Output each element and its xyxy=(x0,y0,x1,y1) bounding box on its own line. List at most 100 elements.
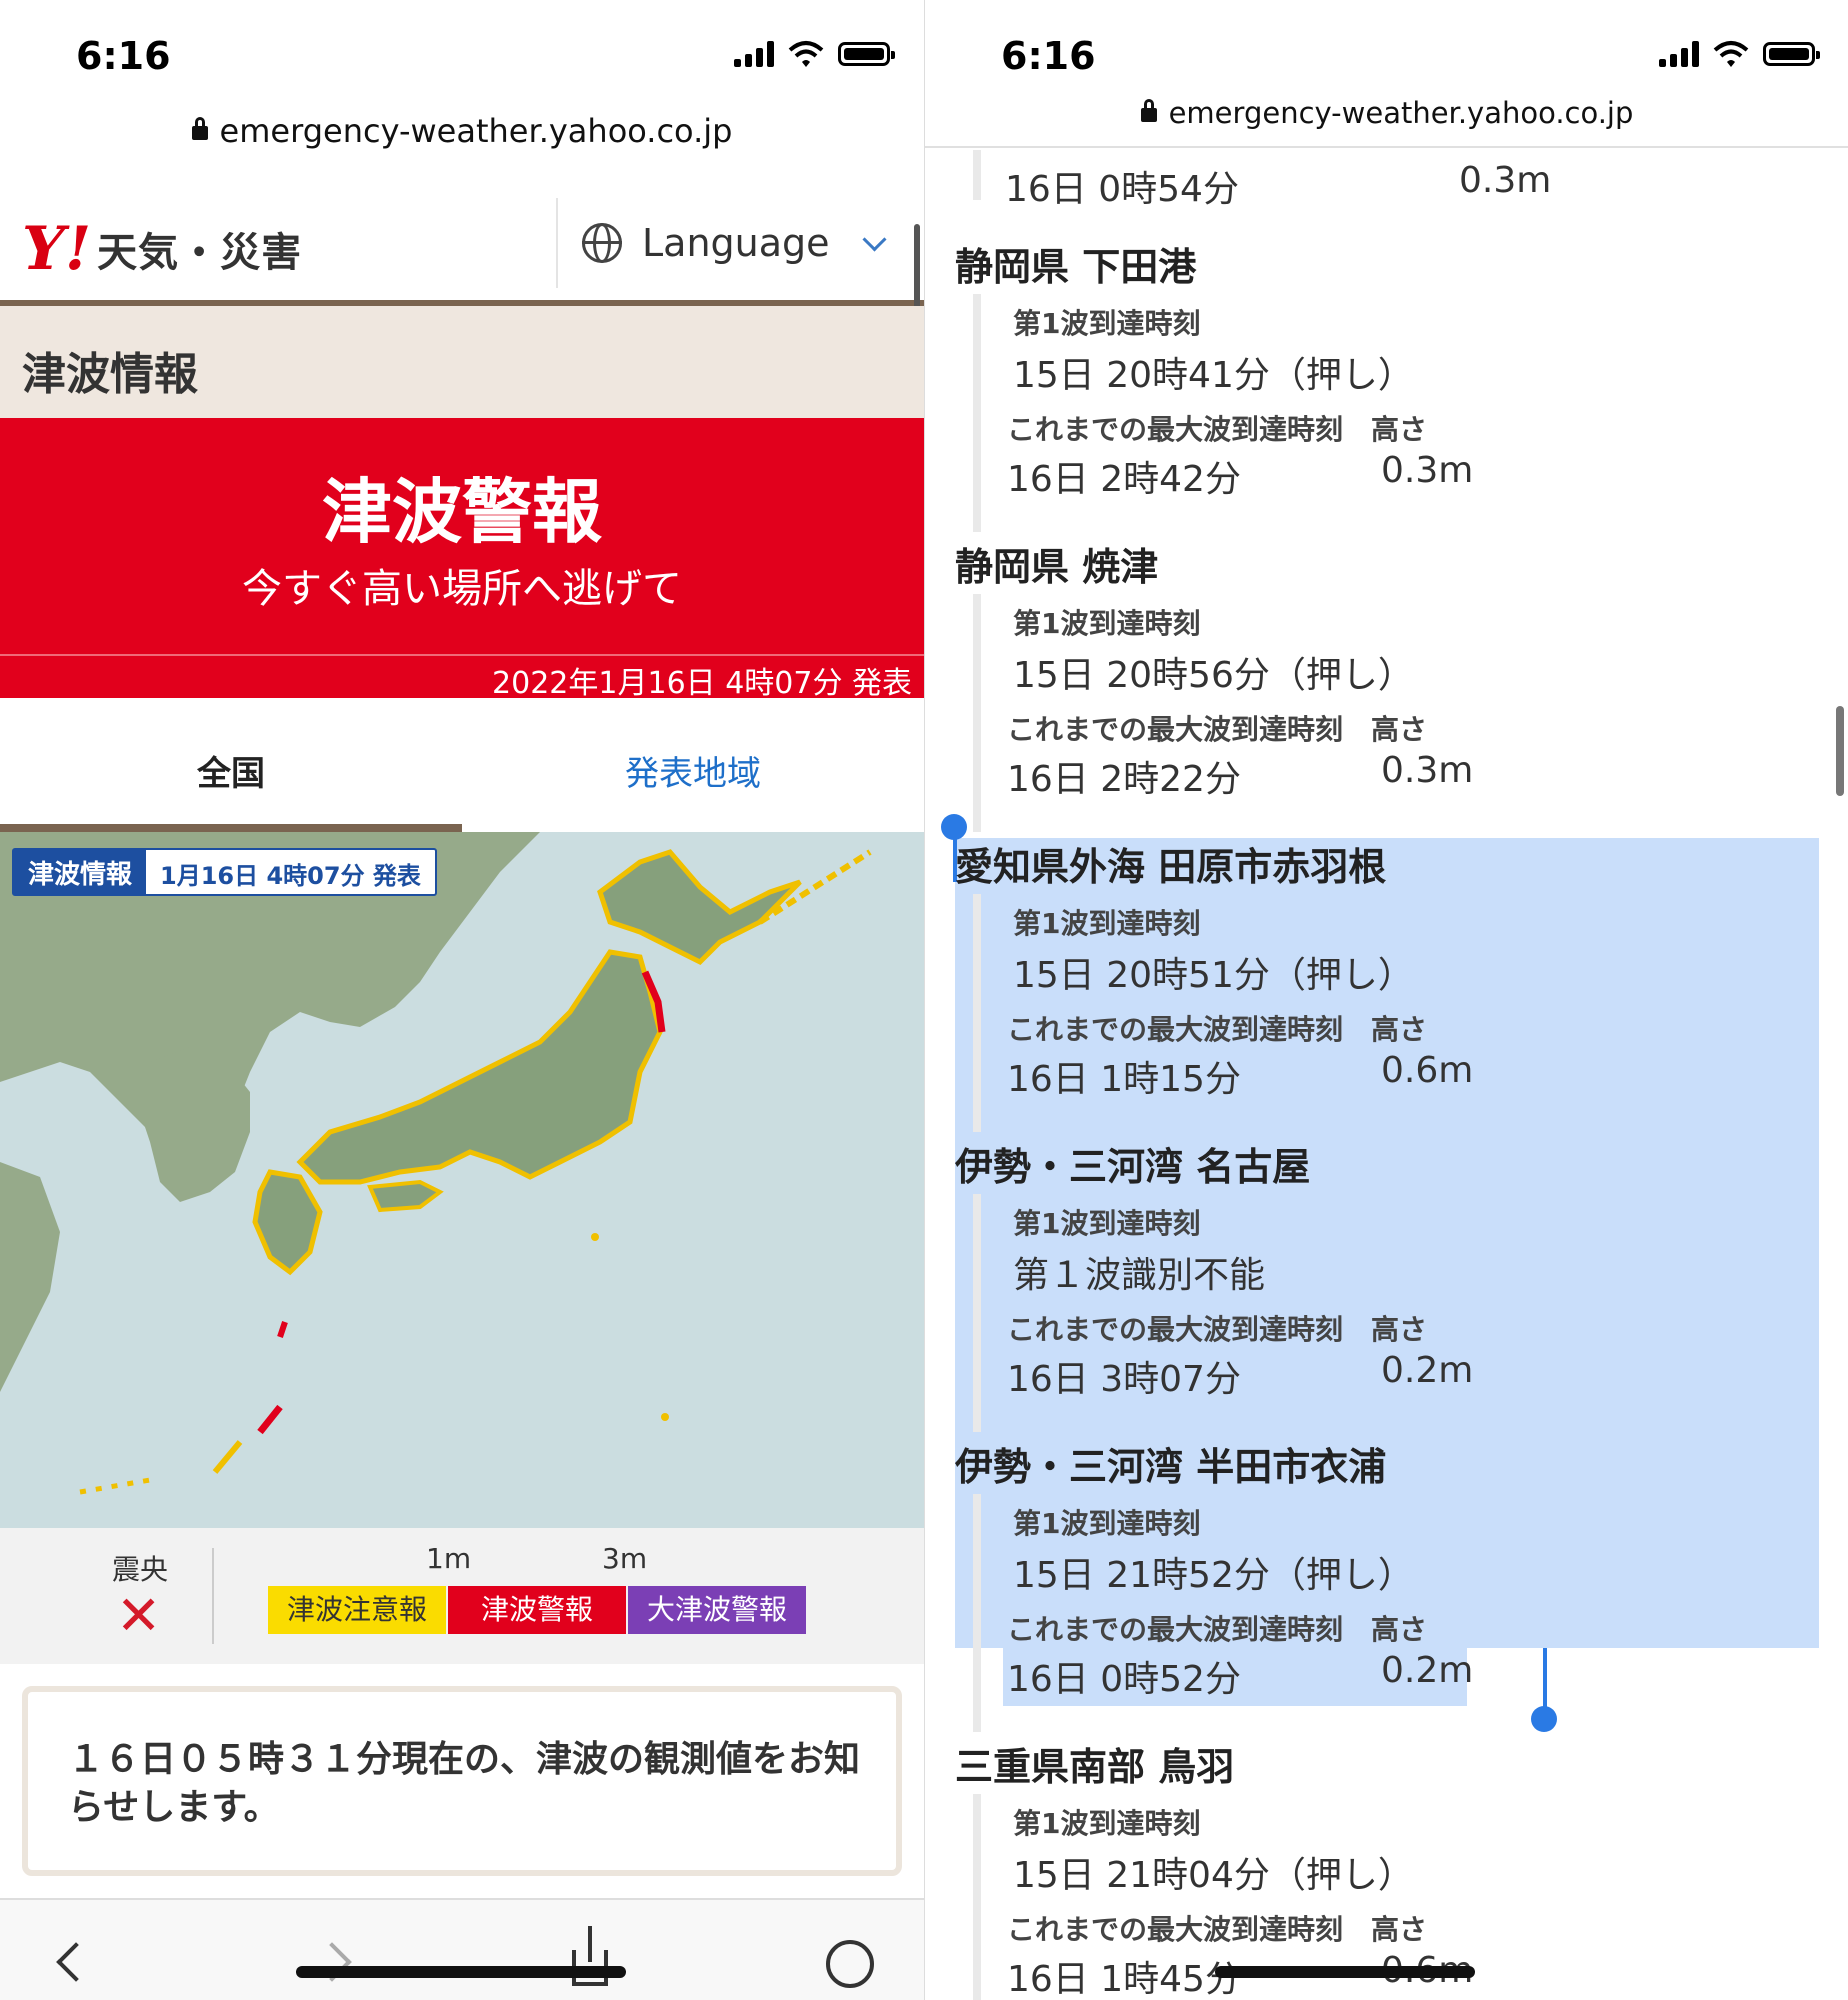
region-tabs: 全国 発表地域 xyxy=(0,698,924,832)
nansei-warning-1 xyxy=(277,1321,288,1338)
tsunami-warning-banner: 津波警報 今すぐ高い場所へ逃げて 2022年1月16日 4時07分 発表 xyxy=(0,418,924,701)
header-scroll-indicator xyxy=(914,224,920,310)
address-bar[interactable]: emergency-weather.yahoo.co.jp xyxy=(0,112,924,150)
first-wave-value: 15日 21時52分（押し） xyxy=(1013,1555,1414,1596)
okinawa-advisory xyxy=(212,1440,243,1474)
battery-icon xyxy=(838,42,895,66)
height-value: 0.3m xyxy=(1381,750,1474,791)
address-bar-right[interactable]: emergency-weather.yahoo.co.jp xyxy=(925,96,1848,148)
first-wave-label: 第1波到達時刻 xyxy=(1013,1807,1201,1840)
first-wave-value: 15日 21時04分（押し） xyxy=(1013,1855,1414,1896)
height-label: 高さ xyxy=(1371,1913,1428,1946)
station-name: 静岡県 下田港 xyxy=(955,245,1197,289)
browser-toolbar xyxy=(0,1898,924,2000)
observation-notice: １６日０５時３１分現在の、津波の観測値をお知らせします。 xyxy=(22,1686,902,1876)
nansei-warning-2 xyxy=(257,1404,283,1435)
max-wave-label: これまでの最大波到達時刻 xyxy=(1007,713,1344,746)
legend-advisory: 津波注意報 xyxy=(268,1586,446,1634)
legend-major-warning: 大津波警報 xyxy=(628,1586,806,1634)
site-header: Y! 天気・災害 Language xyxy=(0,184,924,310)
scroll-indicator[interactable] xyxy=(1836,706,1844,796)
issued-time: 2022年1月16日 4時07分 発表 xyxy=(492,666,912,701)
hokkaido-land xyxy=(597,849,802,966)
station-item: 静岡県 下田港 第1波到達時刻 15日 20時41分（押し） これまでの最大波到… xyxy=(955,236,1815,536)
tab-national[interactable]: 全国 xyxy=(0,698,462,832)
url-text: emergency-weather.yahoo.co.jp xyxy=(219,112,733,150)
compass-icon[interactable] xyxy=(826,1940,874,1988)
ogasawara-island xyxy=(661,1413,669,1421)
left-screen: 6:16 emergency-weather.yahoo.co.jp Y! 天気… xyxy=(0,0,924,2000)
station-name: 静岡県 焼津 xyxy=(955,545,1159,589)
map-issued-label: 津波情報 1月16日 4時07分 発表 xyxy=(12,848,437,896)
station-name: 伊勢・三河湾 半田市衣浦 xyxy=(955,1445,1387,1489)
warning-issued: 2022年1月16日 4時07分 発表 xyxy=(0,654,924,701)
station-name: 愛知県外海 田原市赤羽根 xyxy=(955,845,1387,889)
legend-tick-3m: 3m xyxy=(602,1542,648,1575)
max-wave-label: これまでの最大波到達時刻 xyxy=(1007,413,1344,446)
tab-national-label: 全国 xyxy=(197,754,265,794)
notice-text: １６日０５時３１分現在の、津波の観測値をお知らせします。 xyxy=(68,1739,861,1828)
lock-icon xyxy=(1140,99,1157,122)
station-name: 三重県南部 鳥羽 xyxy=(955,1745,1235,1789)
warning-subline: 今すぐ高い場所へ逃げて xyxy=(242,566,682,612)
status-icons-right xyxy=(1659,40,1820,68)
right-screen: 6:16 emergency-weather.yahoo.co.jp 16日 0… xyxy=(924,0,1848,2000)
language-selector[interactable]: Language xyxy=(556,198,918,288)
max-wave-value: 16日 2時22分 xyxy=(1007,759,1241,800)
top-row-time: 16日 0時54分 xyxy=(1005,169,1239,210)
globe-icon xyxy=(582,223,622,263)
station-name: 伊勢・三河湾 名古屋 xyxy=(955,1145,1311,1189)
top-row-bar xyxy=(973,150,981,200)
tsunami-map[interactable]: 津波情報 1月16日 4時07分 発表 xyxy=(0,832,924,1528)
max-wave-value: 16日 3時07分 xyxy=(1007,1359,1241,1400)
site-title: 天気・災害 xyxy=(97,230,303,276)
first-wave-label: 第1波到達時刻 xyxy=(1013,1507,1201,1540)
status-time: 6:16 xyxy=(76,34,171,78)
height-label: 高さ xyxy=(1371,713,1428,746)
kyushu-land xyxy=(252,1169,323,1276)
station-item: 伊勢・三河湾 名古屋 第1波到達時刻 第１波識別不能 これまでの最大波到達時刻 … xyxy=(955,1136,1815,1436)
section-title-bar: 津波情報 xyxy=(0,306,924,418)
map-label-date: 1月16日 4時07分 発表 xyxy=(160,862,421,890)
wifi-icon xyxy=(1713,41,1749,67)
izu-island xyxy=(591,1233,599,1241)
legend-divider xyxy=(212,1548,214,1644)
height-label: 高さ xyxy=(1371,1613,1428,1646)
cellular-icon xyxy=(1659,41,1699,67)
battery-icon xyxy=(1763,42,1820,66)
station-bar xyxy=(973,894,981,1132)
height-label: 高さ xyxy=(1371,1313,1428,1346)
legend-tick-1m: 1m xyxy=(426,1542,472,1575)
max-wave-value: 16日 0時52分 xyxy=(1007,1659,1241,1700)
station-item: 伊勢・三河湾 半田市衣浦 第1波到達時刻 15日 21時52分（押し） これまで… xyxy=(955,1436,1815,1736)
map-legend: 震央 ✕ 1m 3m 津波注意報 津波警報 大津波警報 xyxy=(0,1528,924,1664)
first-wave-label: 第1波到達時刻 xyxy=(1013,607,1201,640)
first-wave-label: 第1波到達時刻 xyxy=(1013,907,1201,940)
station-item: 静岡県 焼津 第1波到達時刻 15日 20時56分（押し） これまでの最大波到達… xyxy=(955,536,1815,836)
station-bar xyxy=(973,1194,981,1432)
status-icons xyxy=(734,40,895,68)
station-bar xyxy=(973,1494,981,1732)
epicenter-x-icon: ✕ xyxy=(116,1584,162,1647)
site-logo[interactable]: Y! 天気・災害 xyxy=(22,214,302,284)
station-bar xyxy=(973,294,981,532)
kuril-advisory xyxy=(758,849,872,925)
max-wave-label: これまでの最大波到達時刻 xyxy=(1007,1313,1344,1346)
china-coast-land xyxy=(0,1162,60,1392)
height-label: 高さ xyxy=(1371,413,1428,446)
max-wave-label: これまでの最大波到達時刻 xyxy=(1007,1913,1344,1946)
first-wave-label: 第1波到達時刻 xyxy=(1013,307,1201,340)
section-title: 津波情報 xyxy=(22,349,198,400)
max-wave-value: 16日 1時15分 xyxy=(1007,1059,1241,1100)
legend-warning: 津波警報 xyxy=(448,1586,626,1634)
height-value: 0.3m xyxy=(1381,450,1474,491)
height-value: 0.2m xyxy=(1381,1650,1474,1691)
back-icon[interactable] xyxy=(56,1942,96,1982)
tab-regions[interactable]: 発表地域 xyxy=(462,698,924,832)
cellular-icon xyxy=(734,41,774,67)
lock-icon xyxy=(191,117,208,140)
status-bar-right: 6:16 xyxy=(925,0,1848,110)
first-wave-value: 第１波識別不能 xyxy=(1013,1255,1266,1296)
max-wave-label: これまでの最大波到達時刻 xyxy=(1007,1613,1344,1646)
legend-epicenter-label: 震央 xyxy=(112,1553,169,1586)
